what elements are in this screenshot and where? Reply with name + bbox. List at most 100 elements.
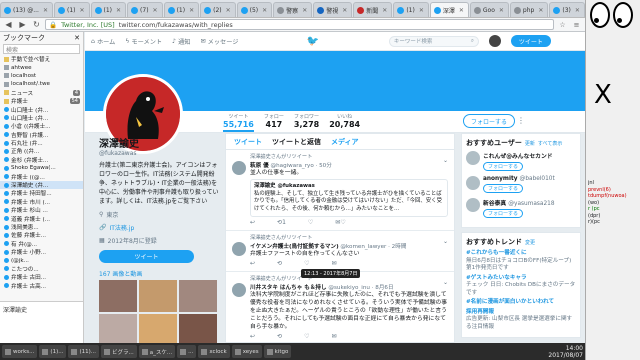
taskbar-item[interactable]: kitgo (263, 345, 292, 358)
reload-icon[interactable]: ↻ (31, 19, 42, 30)
bookmark-item[interactable]: 深澤諭史 (弁... (0, 180, 83, 190)
follow-user-button[interactable]: フォローする (483, 162, 523, 171)
bookmark-item[interactable]: 弁護士 54 (0, 97, 83, 105)
change-trends-link[interactable]: 変更 (525, 239, 535, 246)
twitter-bird-icon[interactable]: 🐦 (306, 36, 318, 47)
trend-item[interactable]: 採用再開報 広告更新: 山梨市区長 選挙是選選挙に関する注目情報 (466, 309, 576, 332)
bookmark-item[interactable]: 佐藤 弁護士... (0, 231, 83, 239)
user-avatar[interactable] (466, 198, 480, 212)
tweet[interactable]: 深澤諭史さんがリツイート ⌄ 川井スタキ はんちゃ も＆持し @sukekiyo_i… (226, 272, 454, 342)
bookmark-item[interactable]: 金杉 (弁護士... (0, 156, 83, 164)
close-icon[interactable]: ✕ (74, 34, 80, 42)
photo-thumb[interactable] (139, 314, 177, 343)
follow-user-button[interactable]: フォローする (483, 209, 523, 218)
message-icon[interactable]: ✉ (331, 333, 336, 340)
tweet-time[interactable]: 2時間 (392, 244, 407, 250)
taskbar-item[interactable]: a_スケ... (138, 345, 176, 358)
follow-button[interactable]: フォローする (462, 114, 515, 128)
message-icon[interactable]: ✉ (331, 260, 336, 267)
bookmark-item[interactable]: 弁護士 ((@... (0, 172, 83, 181)
bookmark-item[interactable]: 弁護士 市川 (... (0, 198, 83, 206)
back-icon[interactable]: ◀ (3, 19, 14, 30)
browser-tab[interactable]: (1) ✕ (90, 2, 127, 17)
user-name[interactable]: anonymity @babel010t (483, 176, 555, 182)
close-tab-icon[interactable]: ✕ (382, 7, 387, 14)
profile-link[interactable]: 🔗 IT法務.jp (99, 223, 219, 232)
bookmark-item[interactable]: 小倉 ((弁護士... (0, 122, 83, 130)
taskbar-item[interactable]: xeyes (231, 345, 262, 358)
browser-tab[interactable]: 警視 ✕ (313, 2, 353, 17)
bookmark-item[interactable]: ahtwee (0, 63, 83, 71)
nav-notifications[interactable]: ♪ 通知 (172, 37, 190, 46)
chevron-down-icon[interactable]: ⌄ (443, 238, 448, 245)
nav-home[interactable]: ⌂ ホーム (91, 37, 115, 46)
browser-tab[interactable]: (1) ✕ (393, 2, 429, 17)
menu-icon[interactable]: ≡ (571, 19, 582, 30)
tweet-avatar[interactable] (232, 242, 246, 256)
user-avatar[interactable] (466, 151, 480, 165)
bookmark-item[interactable]: 山口隆士 (弁... (0, 114, 83, 122)
browser-tab[interactable]: 新聞 ✕ (353, 2, 393, 17)
close-tab-icon[interactable]: ✕ (226, 7, 231, 14)
retweet-icon[interactable]: ⟲ (277, 333, 282, 340)
more-icon[interactable]: ⋮ (517, 116, 525, 125)
tweet[interactable]: 深澤諭史さんがリツイート ⌄ 萩原 優 @hagiwara_ryo · 50分 並人の… (226, 150, 454, 231)
taskbar-item[interactable]: (1)... (39, 345, 67, 358)
close-tab-icon[interactable]: ✕ (79, 7, 84, 14)
browser-tab[interactable]: php ✕ (509, 2, 549, 17)
bookmark-item[interactable]: 有 弁(@... (0, 240, 83, 248)
close-tab-icon[interactable]: ✕ (342, 7, 347, 14)
close-tab-icon[interactable]: ✕ (153, 7, 158, 14)
close-tab-icon[interactable]: ✕ (419, 7, 424, 14)
chevron-down-icon[interactable]: ⌄ (443, 279, 448, 286)
bookmark-item[interactable]: ニュース 4 (0, 89, 83, 97)
browser-tab[interactable]: 深澤 ✕ (429, 2, 469, 17)
browser-tab[interactable]: (1) ✕ (53, 2, 90, 17)
like-icon[interactable]: ♡ (308, 219, 313, 226)
reply-icon[interactable]: ↩ (250, 219, 255, 226)
bookmark-item[interactable]: (@jk... (0, 256, 83, 264)
browser-tab[interactable]: (2) ✕ (200, 2, 236, 17)
browser-tab[interactable]: (1) ✕ (163, 2, 200, 17)
photo-thumb[interactable] (139, 280, 177, 312)
chevron-down-icon[interactable]: ⌄ (443, 157, 448, 164)
bookmark-item[interactable]: 弁護士 杉山 ... (0, 206, 83, 214)
compose-tweet-button[interactable]: ツイート (510, 35, 551, 47)
browser-tab[interactable]: Goo ✕ (469, 2, 509, 17)
bookmark-search-input[interactable]: 検索 (3, 44, 80, 54)
tweet-avatar[interactable] (232, 161, 246, 175)
bookmark-item[interactable]: 正角 ((弁... (0, 147, 83, 155)
photo-thumb[interactable] (99, 314, 137, 343)
close-tab-icon[interactable]: ✕ (459, 7, 464, 14)
timeline-tab[interactable]: ツイートと返信 (272, 137, 321, 147)
nav-messages[interactable]: ✉ メッセージ (200, 37, 238, 46)
bookmark-item[interactable]: 石丸壮 (弁... (0, 139, 83, 147)
close-tab-icon[interactable]: ✕ (538, 7, 543, 14)
trend-item[interactable]: #ゲストみたいなキャラ チェック 日日: Chobits DBにまさのデータです (466, 275, 576, 298)
user-name[interactable]: 新谷泰真 @yasumasa218 (483, 198, 555, 207)
profile-stat[interactable]: フォロワー 3,278 (294, 113, 319, 132)
profile-stat[interactable]: フォロー 417 (264, 113, 284, 132)
bookmark-item[interactable]: 山口隆士 (弁... (0, 105, 83, 114)
bookmark-item[interactable]: Shoko Egawa(... (0, 164, 83, 172)
browser-tab[interactable]: (5) ✕ (236, 2, 273, 17)
photo-thumb[interactable] (179, 280, 217, 312)
twitter-search-input[interactable]: キーワード検索 ⌕ (388, 35, 479, 47)
profile-stat[interactable]: ツイート 55,716 (223, 113, 254, 132)
reply-icon[interactable]: ↩ (250, 333, 255, 340)
refresh-link[interactable]: 更新 (525, 140, 535, 147)
close-tab-icon[interactable]: ✕ (189, 7, 194, 14)
user-avatar[interactable] (488, 35, 501, 47)
close-tab-icon[interactable]: ✕ (499, 7, 504, 14)
follow-user-button[interactable]: フォローする (483, 184, 523, 193)
bookmark-item[interactable]: localhost/.twe (0, 80, 83, 88)
browser-tab[interactable]: (13) @... ✕ (0, 2, 53, 17)
browser-tab[interactable]: (7) ✕ (127, 2, 163, 17)
photo-thumb[interactable] (99, 280, 137, 312)
bookmark-item[interactable]: 手動で並べ替え (0, 55, 83, 63)
tweet-avatar[interactable] (232, 283, 246, 297)
close-tab-icon[interactable]: ✕ (575, 7, 580, 14)
browser-tab[interactable]: 警察 ✕ (273, 2, 313, 17)
timeline-tab[interactable]: ツイート (234, 137, 262, 147)
bookmark-item[interactable]: 道義 弁護士 (... (0, 214, 83, 223)
